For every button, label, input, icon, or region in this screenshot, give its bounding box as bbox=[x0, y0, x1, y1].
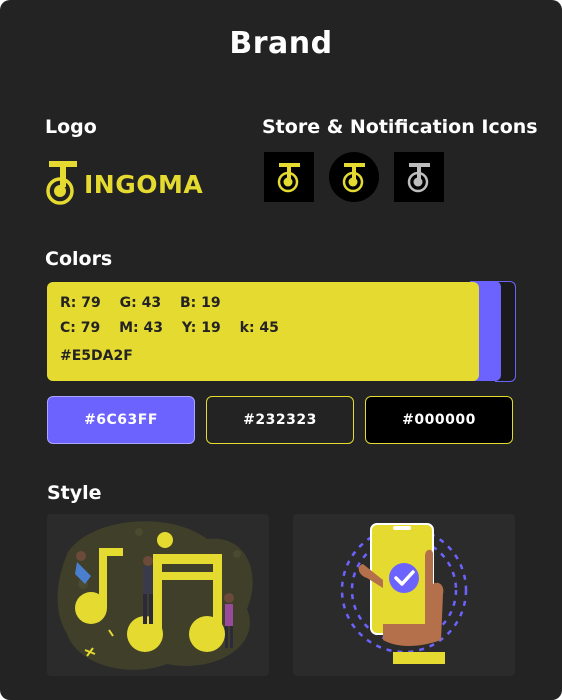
rgb-r: R: 79 bbox=[60, 295, 101, 311]
app-store-icon bbox=[264, 152, 314, 202]
swatch-black: #000000 bbox=[365, 396, 513, 444]
primary-hex: #E5DA2F bbox=[60, 348, 133, 364]
round-app-icon bbox=[329, 152, 379, 202]
cmyk-k: k: 45 bbox=[239, 320, 279, 336]
rgb-values: R: 79 G: 43 B: 19 bbox=[60, 295, 235, 311]
style-heading: Style bbox=[47, 482, 102, 504]
notification-icon bbox=[394, 152, 444, 202]
cmyk-y: Y: 19 bbox=[181, 320, 221, 336]
cmyk-c: C: 79 bbox=[60, 320, 101, 336]
brand-card: Brand Logo INGOMA Store & Notification I… bbox=[0, 0, 562, 700]
primary-color-card: R: 79 G: 43 B: 19 C: 79 M: 43 Y: 19 k: 4… bbox=[47, 282, 479, 381]
swatch-purple: #6C63FF bbox=[47, 396, 195, 444]
brand-logo: INGOMA bbox=[45, 160, 205, 206]
logo-heading: Logo bbox=[45, 116, 97, 138]
store-icons-heading: Store & Notification Icons bbox=[262, 116, 538, 138]
logo-wordmark: INGOMA bbox=[84, 170, 204, 199]
colors-heading: Colors bbox=[45, 248, 113, 270]
phone-verified-illustration bbox=[293, 514, 515, 676]
page-title: Brand bbox=[229, 26, 333, 61]
cmyk-m: M: 43 bbox=[119, 320, 163, 336]
rgb-b: B: 19 bbox=[179, 295, 221, 311]
rgb-g: G: 43 bbox=[119, 295, 162, 311]
music-illustration bbox=[47, 514, 269, 676]
music-note-logo-icon bbox=[46, 161, 77, 205]
cmyk-values: C: 79 M: 43 Y: 19 k: 45 bbox=[60, 320, 293, 336]
swatch-dark-grey: #232323 bbox=[206, 396, 354, 444]
